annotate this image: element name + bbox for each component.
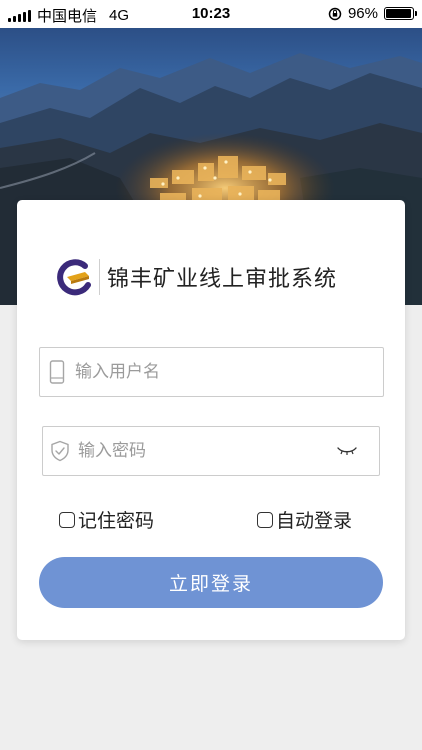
password-field[interactable] xyxy=(42,426,380,476)
password-input[interactable] xyxy=(76,440,335,462)
username-field[interactable] xyxy=(39,347,384,397)
auto-login-checkbox[interactable]: 自动登录 xyxy=(257,506,352,533)
battery-icon xyxy=(384,7,417,20)
remember-password-checkbox[interactable]: 记住密码 xyxy=(59,506,154,533)
login-button[interactable]: 立即登录 xyxy=(39,557,383,608)
eye-closed-icon[interactable] xyxy=(335,443,359,459)
orientation-lock-icon xyxy=(328,7,342,20)
remember-password-label: 记住密码 xyxy=(78,510,155,532)
auto-login-label: 自动登录 xyxy=(276,510,353,532)
shield-check-icon xyxy=(50,438,70,464)
phone-icon xyxy=(47,359,67,385)
auto-login-box[interactable] xyxy=(257,511,273,528)
brand-separator xyxy=(99,259,100,295)
username-input[interactable] xyxy=(73,361,383,383)
login-card: 锦丰矿业线上审批系统 记住密码 xyxy=(17,200,405,640)
remember-password-box[interactable] xyxy=(59,511,75,528)
battery-percent: 96% xyxy=(347,5,378,22)
status-bar: 中国电信 4G 10:23 96% xyxy=(0,0,422,28)
brand-header: 锦丰矿业线上审批系统 xyxy=(55,258,337,296)
app-title: 锦丰矿业线上审批系统 xyxy=(107,267,338,292)
company-logo-icon xyxy=(57,259,91,296)
